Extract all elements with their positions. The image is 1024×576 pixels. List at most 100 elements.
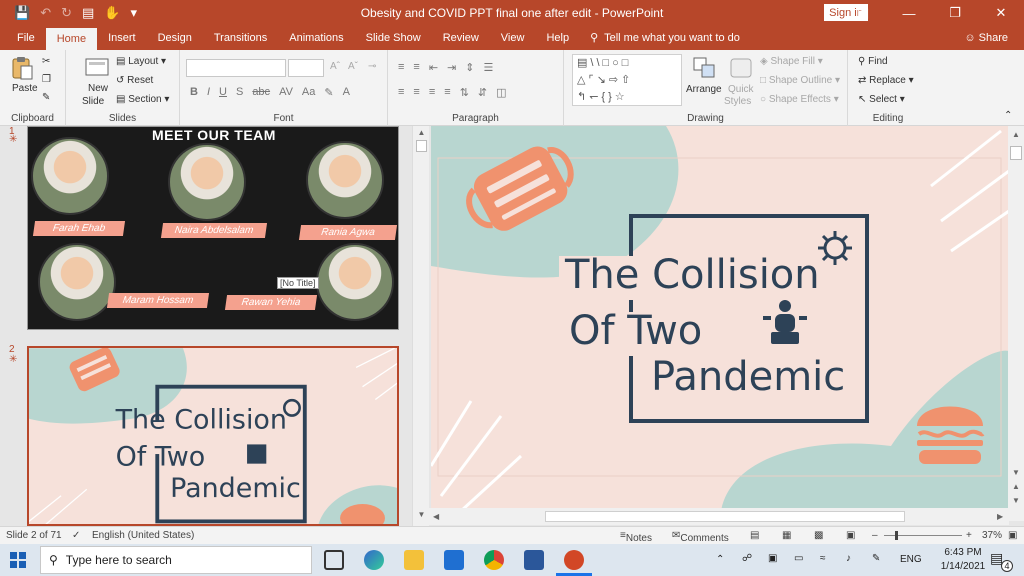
zoom-level[interactable]: 37% [982,530,1002,541]
grow-font-icon[interactable]: Aˆ [330,61,340,72]
fit-slide-icon[interactable]: ▣ [1008,530,1017,541]
scroll-right-icon[interactable]: ▶ [997,512,1003,521]
tray-display-icon[interactable]: ▣ [768,553,777,564]
minimize-icon[interactable]: — [886,0,932,26]
ribbon-display-options-icon[interactable]: ▣ [840,0,886,26]
arrange-button[interactable]: Arrange [686,84,722,95]
replace-button[interactable]: ⇄ Replace ▾ [858,75,914,86]
new-slide-label[interactable]: New [88,83,108,94]
font-name-combo[interactable] [186,59,286,77]
section-button[interactable]: ▤ Section ▾ [116,94,169,105]
numbering-icon[interactable]: ≡ [413,61,419,74]
clock-time[interactable]: 6:43 PM [936,547,990,558]
scroll-thumb[interactable] [416,140,427,152]
battery-icon[interactable]: ▭ [794,553,803,564]
tab-insert[interactable]: Insert [97,26,147,50]
notes-button[interactable]: ≡ Notes [620,530,652,544]
align-text-icon[interactable]: ⇵ [478,86,487,99]
copy-icon[interactable]: ❐ [42,74,51,85]
reading-view-icon[interactable]: ▩ [814,530,823,541]
chrome-icon[interactable] [484,550,504,570]
wifi-icon[interactable]: ≈ [820,553,826,564]
quick-styles-button-2[interactable]: Styles [724,96,751,107]
tab-slide-show[interactable]: Slide Show [355,26,432,50]
slide-thumbnail-1[interactable]: MEET OUR TEAM Farah Ehab Naira Abdelsala… [27,126,399,330]
spelling-icon[interactable]: ✓ [72,530,80,541]
bullets-icon[interactable]: ≡ [398,61,404,74]
char-spacing-icon[interactable]: AV [279,86,293,99]
select-button[interactable]: ↖ Select ▾ [858,94,905,105]
input-language[interactable]: ENG [900,554,922,565]
justify-icon[interactable]: ≡ [444,86,450,99]
main-scroll-up-icon[interactable]: ▲ [1012,130,1020,139]
horizontal-scroll-thumb[interactable] [545,511,905,522]
text-direction-icon[interactable]: ⇅ [460,86,469,99]
tab-animations[interactable]: Animations [278,26,354,50]
shadow-icon[interactable]: S [236,86,243,99]
pen-icon[interactable]: ✎ [872,553,880,564]
tab-file[interactable]: File [6,26,46,50]
increase-indent-icon[interactable]: ⇥ [447,61,456,74]
save-icon[interactable]: 💾 [14,5,30,21]
slide-vertical-scrollbar[interactable]: ▲ ▼ ▲ ▼ [1008,126,1024,521]
tab-view[interactable]: View [490,26,536,50]
reset-button[interactable]: ↺ Reset [116,75,153,86]
highlight-icon[interactable]: ✎ [324,86,333,99]
close-icon[interactable]: ✕ [978,0,1024,26]
scroll-left-icon[interactable]: ◀ [433,512,439,521]
tab-help[interactable]: Help [535,26,580,50]
align-right-icon[interactable]: ≡ [429,86,435,99]
tell-me-box[interactable]: ⚲ Tell me what you want to do [590,26,740,50]
zoom-slider-thumb[interactable] [895,531,898,540]
slide-title-line-2[interactable]: Of Two [569,308,702,354]
zoom-out-icon[interactable]: – [872,530,878,541]
scroll-down-icon[interactable]: ▼ [416,510,427,524]
arrange-icon[interactable] [692,56,718,80]
tray-device-icon[interactable]: ☍ [742,553,752,564]
shape-effects-button[interactable]: ○ Shape Effects ▾ [760,94,839,105]
change-case-icon[interactable]: Aa [302,86,315,99]
align-center-icon[interactable]: ≡ [413,86,419,99]
new-slide-label-2[interactable]: Slide [82,96,104,107]
slide-title-line-1[interactable]: The Collision [564,252,820,298]
shape-outline-button[interactable]: □ Shape Outline ▾ [760,75,840,86]
shape-fill-button[interactable]: ◈ Shape Fill ▾ [760,56,823,67]
cut-icon[interactable]: ✂ [42,56,50,67]
shapes-gallery[interactable]: ▤\\□○□ △⌜↘⇨⇧ ↰↽{}☆ [572,54,682,106]
bold-icon[interactable]: B [190,86,198,99]
italic-icon[interactable]: I [207,86,210,99]
tab-review[interactable]: Review [432,26,490,50]
redo-icon[interactable]: ↻ [61,5,72,21]
restore-icon[interactable]: ❐ [932,0,978,26]
next-slide-icon[interactable]: ▼ [1012,496,1020,505]
touch-mode-icon[interactable]: ✋ [104,5,120,21]
file-explorer-icon[interactable] [404,550,424,570]
columns-icon[interactable]: ☰ [484,61,494,74]
format-painter-icon[interactable]: ✎ [42,92,50,103]
language-status[interactable]: English (United States) [92,530,194,541]
clock-date[interactable]: 1/14/2021 [936,561,990,572]
edge-icon[interactable] [364,550,384,570]
zoom-in-icon[interactable]: + [966,530,972,541]
slide-sorter-icon[interactable]: ▦ [782,530,791,541]
new-slide-icon[interactable] [84,56,110,80]
word-icon[interactable] [524,550,544,570]
quick-styles-icon[interactable] [728,56,754,80]
underline-icon[interactable]: U [219,86,227,99]
main-scroll-down-icon[interactable]: ▼ [1012,468,1020,477]
thumbnail-scrollbar[interactable]: ▲ ▼ [412,126,429,526]
main-slide-canvas[interactable]: The Collision Of Two Pandemic [431,126,1009,511]
paste-button[interactable]: Paste [12,83,38,94]
smartart-icon[interactable]: ◫ [496,86,506,99]
tab-transitions[interactable]: Transitions [203,26,278,50]
powerpoint-icon[interactable] [564,550,584,570]
share-button[interactable]: ☺ Share [964,26,1008,50]
tab-design[interactable]: Design [147,26,203,50]
present-from-start-icon[interactable]: ▤ [82,5,94,21]
quick-styles-button[interactable]: Quick [728,84,754,95]
previous-slide-icon[interactable]: ▲ [1012,482,1020,491]
shrink-font-icon[interactable]: Aˇ [348,61,358,72]
tray-chevron-icon[interactable]: ⌃ [716,554,724,565]
task-view-icon[interactable] [324,550,344,570]
normal-view-icon[interactable]: ▤ [750,530,759,541]
